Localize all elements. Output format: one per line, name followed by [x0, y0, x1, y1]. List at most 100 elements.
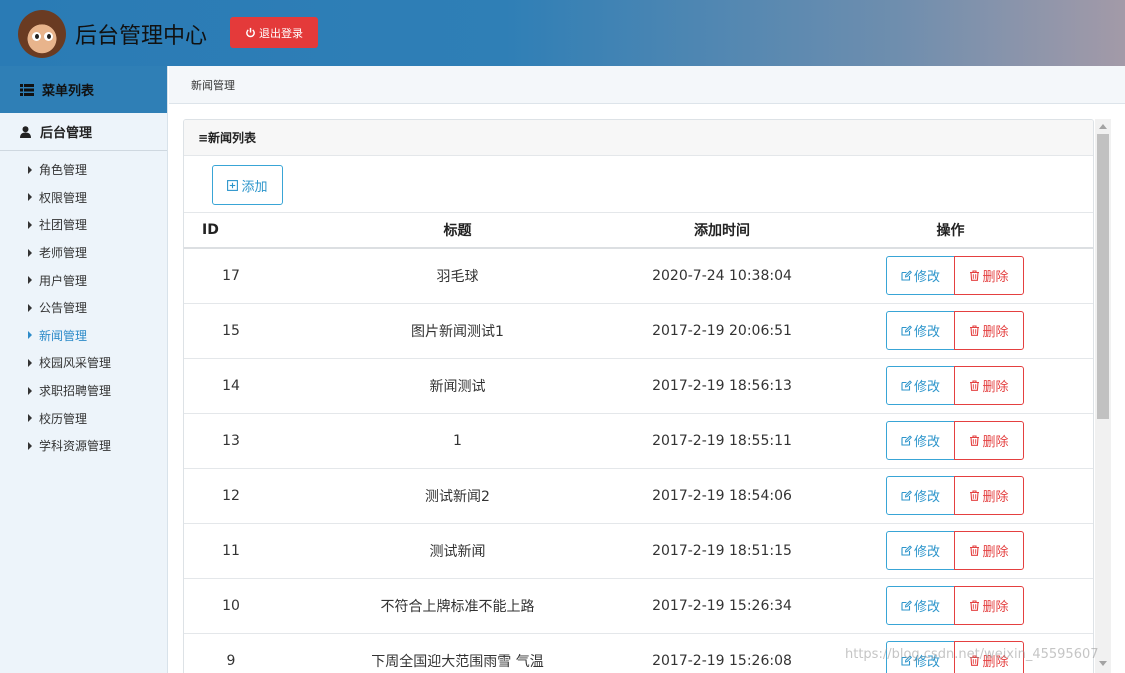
edit-icon	[901, 325, 912, 336]
edit-label: 修改	[913, 435, 940, 450]
breadcrumb: 新闻管理	[169, 66, 1125, 104]
edit-icon	[901, 270, 912, 281]
column-header-id: ID	[184, 213, 278, 249]
sidebar-item-label: 新闻管理	[39, 328, 88, 343]
caret-right-icon	[28, 220, 32, 229]
delete-button[interactable]: 删除	[954, 311, 1024, 350]
sidebar-item-label: 社团管理	[39, 218, 88, 233]
edit-button[interactable]: 修改	[886, 311, 955, 350]
row-actions: 修改 删除	[807, 311, 1093, 350]
cell-title: 测试新闻	[278, 523, 637, 579]
edit-label: 修改	[913, 325, 940, 340]
trash-icon	[970, 490, 980, 501]
caret-right-icon	[28, 165, 32, 174]
sidebar-item-users[interactable]: 用户管理	[0, 266, 167, 294]
cell-id: 17	[184, 248, 278, 304]
cell-id: 13	[184, 413, 278, 469]
sidebar-item-clubs[interactable]: 社团管理	[0, 211, 167, 239]
caret-right-icon	[28, 303, 32, 312]
news-table: ID 标题 添加时间 操作 17 羽毛球 2020-7-24 10:38:04 修改删…	[184, 213, 1093, 673]
edit-icon	[901, 380, 912, 391]
vertical-scrollbar[interactable]	[1095, 119, 1111, 673]
add-label: 添加	[241, 179, 268, 195]
sidebar-item-announcements[interactable]: 公告管理	[0, 294, 167, 322]
table-row: 14 新闻测试 2017-2-19 18:56:13 修改 删除	[184, 358, 1093, 414]
edit-button[interactable]: 修改	[886, 421, 955, 460]
menu-header-label: 菜单列表	[42, 84, 95, 99]
cell-title: 下周全国迎大范围雨雪 气温	[278, 633, 637, 673]
table-row: 10 不符合上牌标准不能上路 2017-2-19 15:26:34 修改 删除	[184, 578, 1093, 634]
cell-id: 11	[184, 523, 278, 579]
sidebar-item-label: 学科资源管理	[39, 439, 112, 454]
column-header-time: 添加时间	[637, 213, 807, 249]
cell-title: 羽毛球	[278, 248, 637, 304]
add-news-button[interactable]: 添加	[212, 165, 283, 205]
table-row: 12 测试新闻2 2017-2-19 18:54:06 修改 删除	[184, 468, 1093, 524]
delete-label: 删除	[982, 380, 1009, 395]
delete-button[interactable]: 删除	[954, 476, 1024, 515]
sidebar-item-label: 校园风采管理	[39, 356, 112, 371]
row-actions: 修改 删除	[807, 366, 1093, 405]
sidebar-group-label: 后台管理	[40, 126, 93, 141]
edit-button[interactable]: 修改	[886, 586, 955, 625]
delete-button[interactable]: 删除	[954, 256, 1024, 296]
delete-label: 删除	[982, 490, 1009, 505]
sidebar-item-jobs[interactable]: 求职招聘管理	[0, 377, 167, 405]
cell-actions: 修改 删除	[807, 523, 1093, 579]
cell-id: 9	[184, 633, 278, 673]
avatar	[18, 10, 66, 58]
edit-button[interactable]: 修改	[886, 256, 955, 296]
trash-icon	[970, 270, 980, 282]
cell-id: 10	[184, 578, 278, 634]
plus-square-icon	[227, 179, 239, 191]
cell-actions: 修改 删除	[807, 358, 1093, 414]
row-actions: 修改 删除	[807, 531, 1093, 570]
sidebar-item-news[interactable]: 新闻管理	[0, 322, 167, 350]
cell-id: 15	[184, 303, 278, 359]
logout-button[interactable]: 退出登录	[230, 17, 318, 48]
trash-icon	[970, 545, 980, 556]
sidebar-group-admin[interactable]: 后台管理	[0, 113, 167, 151]
scroll-up-arrow-icon[interactable]	[1095, 119, 1111, 134]
edit-label: 修改	[913, 600, 940, 615]
sidebar-item-permissions[interactable]: 权限管理	[0, 184, 167, 212]
edit-button[interactable]: 修改	[886, 476, 955, 515]
cell-actions: 修改 删除	[807, 468, 1093, 524]
sidebar-item-roles[interactable]: 角色管理	[0, 156, 167, 184]
edit-button[interactable]: 修改	[886, 366, 955, 405]
sidebar-item-calendar[interactable]: 校历管理	[0, 404, 167, 432]
sidebar-item-campus-style[interactable]: 校园风采管理	[0, 349, 167, 377]
caret-right-icon	[28, 386, 32, 395]
sidebar-item-subject-resources[interactable]: 学科资源管理	[0, 432, 167, 460]
delete-label: 删除	[982, 600, 1009, 615]
caret-right-icon	[28, 248, 32, 257]
user-icon	[20, 125, 31, 138]
trash-icon	[970, 380, 980, 391]
sidebar-item-teachers[interactable]: 老师管理	[0, 239, 167, 267]
delete-button[interactable]: 删除	[954, 421, 1024, 460]
edit-icon	[901, 600, 912, 611]
trash-icon	[970, 600, 980, 611]
edit-icon	[901, 490, 912, 501]
delete-button[interactable]: 删除	[954, 586, 1024, 625]
cell-actions: 修改 删除	[807, 413, 1093, 469]
breadcrumb-current: 新闻管理	[191, 78, 235, 92]
watermark: https://blog.csdn.net/weixin_45595607	[845, 647, 1099, 662]
cell-title: 图片新闻测试1	[278, 303, 637, 359]
cell-title: 不符合上牌标准不能上路	[278, 578, 637, 634]
cell-actions: 修改 删除	[807, 303, 1093, 359]
edit-label: 修改	[913, 490, 940, 505]
caret-right-icon	[28, 441, 32, 450]
top-header: 后台管理中心 退出登录	[0, 0, 1125, 66]
edit-button[interactable]: 修改	[886, 531, 955, 570]
delete-button[interactable]: 删除	[954, 531, 1024, 570]
edit-label: 修改	[913, 545, 940, 560]
cell-time: 2017-2-19 15:26:08	[637, 633, 807, 673]
sidebar-item-label: 求职招聘管理	[39, 384, 112, 399]
scrollbar-thumb[interactable]	[1097, 134, 1109, 419]
cell-time: 2017-2-19 18:55:11	[637, 413, 807, 469]
table-row: 13 1 2017-2-19 18:55:11 修改 删除	[184, 413, 1093, 469]
edit-label: 修改	[913, 270, 940, 286]
panel-toolbar: 添加	[184, 156, 1093, 213]
delete-button[interactable]: 删除	[954, 366, 1024, 405]
